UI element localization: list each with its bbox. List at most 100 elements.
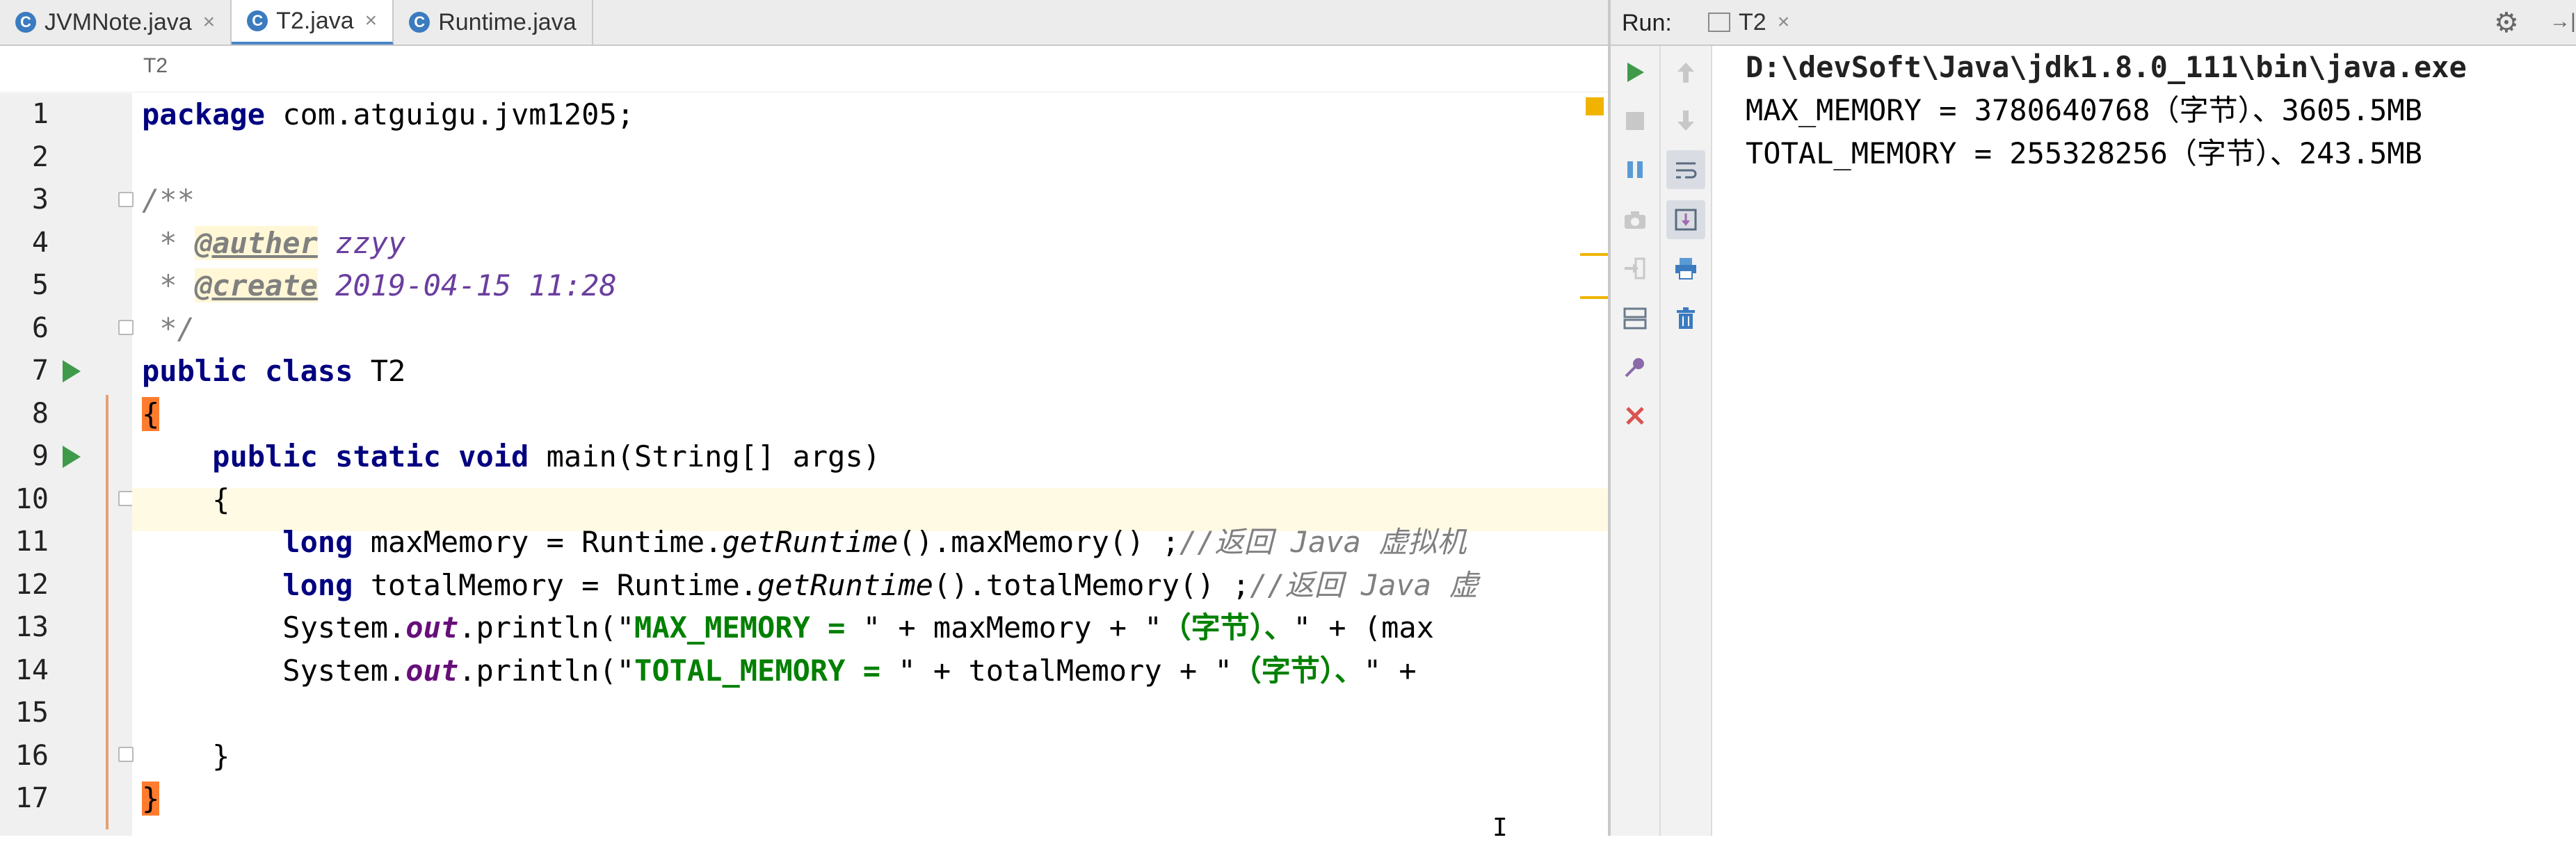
console-output[interactable]: D:\devSoft\Java\jdk1.8.0_111\bin\java.ex… — [1746, 46, 2576, 836]
java-class-icon: C — [409, 12, 430, 33]
tab-t2[interactable]: C T2.java × — [232, 0, 394, 44]
code-text: " + (max — [1293, 610, 1434, 645]
run-main-icon[interactable] — [63, 446, 81, 468]
line-number: 5 — [31, 269, 49, 301]
run-title: Run: — [1622, 10, 1672, 36]
code-text: System. — [142, 610, 406, 645]
code-line-12: long totalMemory = Runtime.getRuntime().… — [142, 564, 1478, 607]
fold-icon[interactable] — [118, 320, 134, 335]
trash-icon[interactable] — [1666, 299, 1705, 338]
run-config-icon — [1708, 13, 1730, 32]
error-stripe-mark[interactable] — [1580, 253, 1608, 256]
doc-comment: /** — [142, 183, 195, 217]
keyword: public class — [142, 354, 353, 388]
code-text: com.atguigu.jvm1205; — [265, 97, 635, 131]
line-number: 11 — [15, 526, 49, 558]
camera-icon[interactable] — [1616, 200, 1655, 239]
scroll-to-end-icon[interactable] — [1666, 200, 1705, 239]
breadcrumb: T2 — [0, 46, 1608, 92]
code-line-14: System.out.println("TOTAL_MEMORY = " + t… — [142, 649, 1416, 693]
keyword: long — [282, 525, 353, 559]
fold-icon[interactable] — [118, 192, 134, 207]
line-number: 8 — [31, 397, 49, 430]
code-line-9: public static void main(String[] args) — [142, 435, 880, 478]
console-line: D:\devSoft\Java\jdk1.8.0_111\bin\java.ex… — [1746, 50, 2467, 84]
line-number: 2 — [31, 140, 49, 173]
java-class-icon: C — [15, 12, 36, 33]
breadcrumb-item[interactable]: T2 — [143, 54, 168, 78]
close-icon[interactable]: × — [1778, 10, 1790, 34]
code-line-16: } — [142, 735, 230, 778]
code-line-8: { — [142, 393, 160, 436]
editor-pane: C JVMNote.java × C T2.java × C Runtime.j… — [0, 0, 1608, 836]
up-arrow-icon[interactable] — [1666, 53, 1705, 92]
doc-comment: */ — [142, 311, 195, 346]
editor-tab-bar: C JVMNote.java × C T2.java × C Runtime.j… — [0, 0, 1608, 46]
code-line-1: package com.atguigu.jvm1205; — [142, 93, 634, 136]
static-field: out — [405, 610, 459, 645]
keyword: public static void — [212, 439, 529, 473]
error-stripe-mark[interactable] — [1580, 296, 1608, 299]
code-text: .println(" — [458, 653, 635, 688]
code-text: System. — [142, 653, 406, 688]
close-icon[interactable]: × — [203, 10, 216, 34]
stop-icon[interactable] — [1616, 102, 1655, 140]
line-comment: //返回 Java 虚 — [1250, 567, 1479, 602]
string-literal: TOTAL_MEMORY = — [634, 653, 899, 688]
pause-icon[interactable] — [1616, 150, 1655, 189]
line-comment: //返回 Java 虚拟机 — [1179, 525, 1467, 559]
pin-icon[interactable] — [1616, 348, 1655, 387]
code-text: { — [142, 482, 230, 517]
line-number: 3 — [31, 184, 49, 216]
code-area[interactable]: package com.atguigu.jvm1205; /** * @auth… — [132, 93, 1608, 836]
doc-value: 2019-04-15 11:28 — [317, 268, 617, 302]
tab-label: T2.java — [276, 7, 354, 34]
line-number: 17 — [15, 782, 49, 814]
line-number: 15 — [15, 697, 49, 729]
code-text: " + totalMemory + " — [898, 653, 1232, 688]
text-cursor-icon: I — [1492, 813, 1508, 842]
static-field: out — [405, 653, 459, 688]
java-class-icon: C — [247, 10, 268, 31]
code-text: " + maxMemory + " — [862, 610, 1162, 645]
warning-marker-icon[interactable] — [1586, 97, 1604, 115]
down-arrow-icon[interactable] — [1666, 102, 1705, 140]
keyword: package — [142, 97, 266, 131]
code-line-17: } — [142, 777, 160, 820]
layout-icon[interactable] — [1616, 299, 1655, 338]
static-method: getRuntime — [722, 525, 899, 559]
close-icon[interactable]: × — [365, 9, 378, 33]
run-toolbar-secondary — [1661, 46, 1712, 836]
fold-icon[interactable] — [118, 491, 134, 506]
run-tab-label: T2 — [1739, 8, 1766, 35]
doc-tag: @auther — [194, 225, 318, 260]
brace-scope-indicator — [106, 395, 108, 829]
code-text: .println(" — [458, 610, 635, 645]
code-line-7: public class T2 — [142, 350, 405, 393]
run-icon[interactable] — [1616, 53, 1655, 92]
close-icon[interactable] — [1616, 396, 1655, 435]
doc-value: zzyy — [317, 225, 406, 260]
fold-icon[interactable] — [118, 747, 134, 762]
tab-jvmnote[interactable]: C JVMNote.java × — [0, 0, 232, 44]
print-icon[interactable] — [1666, 249, 1705, 288]
string-literal: （字节）、 — [1232, 653, 1364, 688]
soft-wrap-icon[interactable] — [1666, 150, 1705, 189]
hide-icon[interactable]: →| — [2550, 10, 2576, 33]
line-number: 9 — [31, 440, 49, 472]
code-text: ().totalMemory() ; — [933, 567, 1250, 602]
run-class-icon[interactable] — [63, 360, 81, 382]
string-literal: MAX_MEMORY = — [634, 610, 863, 645]
run-tab-t2[interactable]: T2 × — [1708, 0, 1789, 44]
login-icon[interactable] — [1616, 249, 1655, 288]
tab-runtime[interactable]: C Runtime.java — [394, 0, 593, 44]
line-number: 4 — [31, 226, 49, 259]
line-number: 14 — [15, 654, 49, 686]
gear-icon[interactable]: ⚙ — [2494, 7, 2519, 39]
code-line-4: * @auther zzyy — [142, 222, 405, 265]
run-header: Run: T2 × ⚙ →| — [1611, 0, 2576, 46]
run-tool-window: Run: T2 × ⚙ →| D:\devSoft\Java\jdk1.8.0_… — [1611, 0, 2576, 836]
